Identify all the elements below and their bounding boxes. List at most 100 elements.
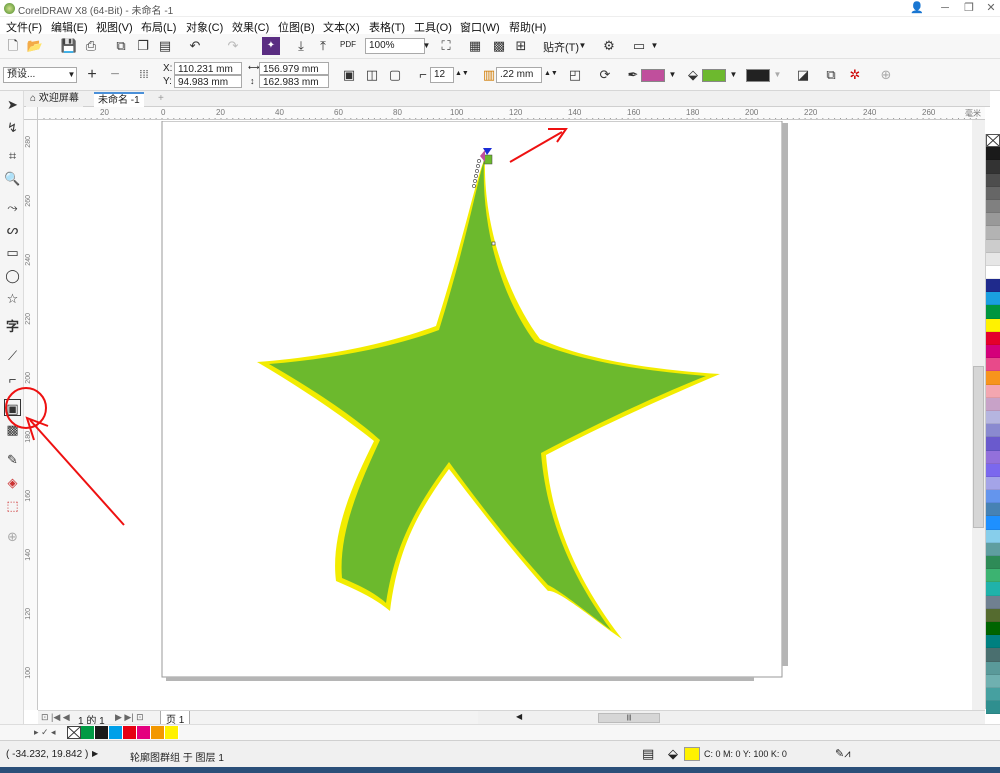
doc-palette-controls-icon[interactable]: ▸ ✓ ◂ [34, 727, 56, 738]
page-nav-next-icon[interactable]: ▶ ▶| ⊡ [115, 712, 144, 723]
palette-swatch[interactable] [986, 213, 1000, 227]
contour-offset-input[interactable]: .22 mm [496, 67, 542, 83]
palette-swatch[interactable] [986, 621, 1000, 636]
drawing-canvas[interactable] [38, 121, 985, 710]
offset-spinner-icon[interactable]: ▲▼ [544, 67, 558, 81]
palette-swatch[interactable] [986, 397, 1000, 411]
show-guidelines-icon[interactable]: ⊞ [512, 37, 530, 55]
cut-icon[interactable]: ⧉ [112, 37, 130, 55]
outline-color-swatch[interactable] [641, 69, 665, 82]
palette-swatch[interactable] [986, 358, 1000, 372]
palette-swatch[interactable] [986, 186, 1000, 200]
palette-swatch[interactable] [986, 331, 1000, 345]
doc-palette-swatches[interactable] [81, 726, 179, 739]
menu-tools[interactable]: 工具(O) [414, 19, 452, 35]
palette-swatch[interactable] [986, 384, 1000, 398]
menu-text[interactable]: 文本(X) [323, 19, 360, 35]
shape-tool-icon[interactable]: ↯ [4, 119, 21, 136]
horizontal-ruler[interactable]: 20 0 20 40 60 80 100 120 140 160 180 200… [38, 107, 985, 120]
undo-icon[interactable]: ↶ [186, 37, 204, 55]
open-icon[interactable]: 📂 [26, 37, 44, 55]
tab-document[interactable]: 未命名 -1 [94, 92, 144, 107]
fill-color-swatch[interactable] [702, 69, 726, 82]
x-position-input[interactable]: 110.231 mm [174, 62, 242, 75]
doc-palette-swatch[interactable] [165, 726, 179, 739]
add-preset-icon[interactable]: + [83, 66, 101, 84]
page-nav-buttons-icon[interactable]: ⊡ |◀ ◀ [41, 712, 70, 723]
zoom-level-input[interactable]: 100% [365, 38, 425, 54]
palette-swatch[interactable] [986, 279, 1000, 293]
object-acceleration-icon[interactable]: ◪ [794, 66, 812, 84]
menu-window[interactable]: 窗口(W) [460, 19, 500, 35]
doc-palette-swatch[interactable] [151, 726, 165, 739]
quick-customize-icon[interactable]: ⊕ [877, 66, 895, 84]
menu-edit[interactable]: 编辑(E) [51, 19, 88, 35]
no-color-swatch[interactable] [67, 726, 81, 739]
account-icon[interactable]: 👤 [906, 0, 928, 16]
redo-icon[interactable]: ↷ [224, 37, 242, 55]
options-gear-icon[interactable]: ⚙ [600, 37, 618, 55]
remove-preset-icon[interactable]: − [106, 66, 124, 84]
palette-swatch[interactable] [986, 595, 1000, 609]
menu-layout[interactable]: 布局(L) [141, 19, 176, 35]
palette-swatch[interactable] [986, 476, 1000, 491]
palette-swatch[interactable] [986, 410, 1000, 425]
copy-contour-properties-icon[interactable]: ⧉ [822, 66, 840, 84]
zoom-tool-icon[interactable]: 🔍 [4, 170, 21, 187]
color-direction-icon[interactable]: ⟳ [596, 66, 614, 84]
palette-swatch[interactable] [986, 701, 1000, 715]
pick-tool-icon[interactable]: ➤ [4, 96, 21, 113]
publish-pdf-button[interactable]: PDF [340, 40, 356, 49]
launcher-dropdown-icon[interactable]: ▼ [650, 39, 659, 53]
y-position-input[interactable]: 94.983 mm [174, 75, 242, 88]
snap-to-menu[interactable]: 贴齐(T) [543, 39, 579, 55]
palette-swatch[interactable] [986, 160, 1000, 174]
application-launcher-icon[interactable]: ▭ [630, 37, 648, 55]
paste-icon[interactable]: ▤ [156, 37, 174, 55]
document-palette[interactable]: ▸ ✓ ◂ [0, 724, 1000, 740]
ruler-origin[interactable] [24, 107, 38, 120]
palette-swatch[interactable] [986, 556, 1000, 570]
palette-swatch[interactable] [986, 437, 1000, 451]
copy-icon[interactable]: ❐ [134, 37, 152, 55]
doc-palette-swatch[interactable] [137, 726, 151, 739]
palette-swatch[interactable] [986, 608, 1000, 622]
menu-help[interactable]: 帮助(H) [509, 19, 546, 35]
palette-swatch[interactable] [986, 542, 1000, 556]
new-document-icon[interactable]: 🗋 [4, 37, 22, 55]
palette-swatch[interactable] [986, 199, 1000, 214]
zoom-dropdown-icon[interactable]: ▼ [422, 39, 431, 53]
palette-swatch[interactable] [986, 648, 1000, 662]
preset-dropdown-icon[interactable]: ▼ [67, 68, 76, 82]
tab-welcome-screen[interactable]: ⌂ 欢迎屏幕 [26, 92, 83, 107]
minimize-button[interactable]: ─ [934, 0, 956, 16]
palette-swatch[interactable] [986, 305, 1000, 319]
palette-swatch[interactable] [986, 239, 1000, 253]
palette-swatch[interactable] [986, 674, 1000, 688]
fill-color-dropdown-icon[interactable]: ▼ [729, 68, 738, 82]
print-icon[interactable]: ⎙ [82, 37, 100, 55]
palette-swatch[interactable] [986, 569, 1000, 583]
parallel-dimension-icon[interactable]: ⟋ [4, 347, 21, 364]
height-input[interactable]: 162.983 mm [259, 75, 329, 88]
add-tool-icon[interactable]: ⊕ [4, 528, 21, 545]
palette-no-color-swatch[interactable] [986, 134, 1000, 148]
polygon-tool-icon[interactable]: ☆ [4, 290, 21, 307]
color-palette[interactable] [985, 134, 1000, 715]
contour-corners-icon[interactable]: ◰ [566, 66, 584, 84]
text-tool-icon[interactable]: 字 [4, 318, 21, 335]
snap-dropdown-icon[interactable]: ▼ [578, 39, 587, 53]
palette-swatch[interactable] [986, 503, 1000, 517]
menu-object[interactable]: 对象(C) [186, 19, 223, 35]
horizontal-scrollbar[interactable]: ◀ ||| [478, 710, 985, 724]
horizontal-scroll-thumb[interactable]: ||| [598, 713, 660, 723]
palette-swatch[interactable] [986, 661, 1000, 675]
palette-swatch[interactable] [986, 318, 1000, 332]
palette-swatch[interactable] [986, 265, 1000, 280]
palette-swatch[interactable] [986, 687, 1000, 702]
doc-palette-swatch[interactable] [123, 726, 137, 739]
palette-swatch[interactable] [986, 516, 1000, 530]
vertical-scroll-thumb[interactable] [973, 366, 984, 528]
close-button[interactable]: ✕ [980, 0, 1000, 16]
save-icon[interactable]: 💾 [60, 37, 78, 55]
